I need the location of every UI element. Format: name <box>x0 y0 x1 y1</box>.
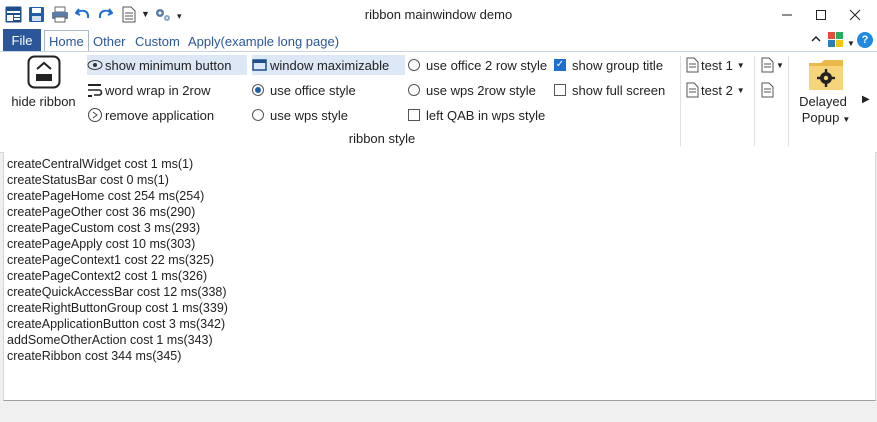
delayed-label: Delayed <box>799 94 847 109</box>
hide-ribbon-label: hide ribbon <box>11 94 76 109</box>
theme-dropdown-icon[interactable]: ▼ <box>847 39 855 48</box>
maximize-button[interactable] <box>804 0 838 30</box>
word-wrap-button[interactable]: word wrap in 2row <box>87 80 211 100</box>
log-line: createPageCustom cost 3 ms(293) <box>7 221 201 235</box>
document-icon <box>686 57 699 73</box>
tab-home[interactable]: Home <box>44 30 89 52</box>
show-group-title-checkbox[interactable]: ✓ show group title <box>554 55 663 75</box>
test2-button[interactable]: test 2 ▼ <box>686 80 745 100</box>
log-line: createPageContext1 cost 22 ms(325) <box>7 253 215 267</box>
log-line: createRightButtonGroup cost 1 ms(339) <box>7 301 228 315</box>
doc-button[interactable] <box>761 80 774 100</box>
tab-other[interactable]: Other <box>89 32 130 51</box>
dropdown-arrow-icon: ▼ <box>736 85 745 95</box>
document-icon <box>761 82 774 98</box>
window-title: ribbon mainwindow demo <box>364 7 513 22</box>
delayed-popup-button[interactable]: Delayed Popup ▼ <box>795 55 857 127</box>
help-icon[interactable]: ? <box>857 32 873 48</box>
dropdown-arrow-icon: ▼ <box>776 60 784 70</box>
minimize-button[interactable] <box>770 0 804 30</box>
log-line: createPageOther cost 36 ms(290) <box>7 205 196 219</box>
remove-application-button[interactable]: remove application <box>87 105 214 125</box>
hide-ribbon-icon <box>27 55 61 92</box>
log-list: createCentralWidget cost 1 ms(1) createSt… <box>4 152 875 364</box>
tab-apply[interactable]: Apply(example long page) <box>184 32 343 51</box>
log-line: createPageApply cost 10 ms(303) <box>7 237 196 251</box>
use-wps-style-radio[interactable]: use wps style <box>252 105 348 125</box>
scroll-right-icon[interactable]: ▶ <box>862 94 870 105</box>
show-full-screen-checkbox[interactable]: show full screen <box>554 80 665 100</box>
checkbox-indicator <box>408 109 420 121</box>
group-separator <box>754 56 755 146</box>
close-button[interactable] <box>838 0 872 30</box>
log-line: createStatusBar cost 0 ms(1) <box>7 173 169 187</box>
radio-indicator <box>408 84 420 96</box>
log-line: createPageHome cost 254 ms(254) <box>7 189 205 203</box>
remove-icon <box>87 107 103 123</box>
window-maximizable-button[interactable]: window maximizable <box>252 55 405 75</box>
radio-indicator <box>408 59 420 71</box>
popup-label: Popup ▼ <box>801 110 851 125</box>
show-minimum-button[interactable]: show minimum button <box>87 55 247 75</box>
log-line: addSomeOtherAction cost 1 ms(343) <box>7 333 213 347</box>
log-area[interactable]: createCentralWidget cost 1 ms(1) createSt… <box>3 152 876 401</box>
dropdown-arrow-icon: ▼ <box>842 115 851 124</box>
file-tab[interactable]: File <box>3 29 41 51</box>
log-line: createQuickAccessBar cost 12 ms(338) <box>7 285 227 299</box>
group-separator <box>788 56 789 146</box>
window-icon <box>252 58 268 72</box>
use-office-style-radio[interactable]: use office style <box>252 80 356 100</box>
doc-menu-button[interactable]: ▼ <box>761 55 784 75</box>
eye-icon <box>87 59 103 71</box>
wrap-icon <box>87 82 103 98</box>
log-line: createRibbon cost 344 ms(345) <box>7 349 182 363</box>
hide-ribbon-button[interactable]: hide ribbon <box>5 55 82 115</box>
document-icon <box>686 82 699 98</box>
radio-indicator <box>252 109 264 121</box>
group-separator <box>680 56 681 146</box>
test1-button[interactable]: test 1 ▼ <box>686 55 745 75</box>
folder-gear-icon <box>808 57 844 94</box>
log-line: createPageContext2 cost 1 ms(326) <box>7 269 208 283</box>
checkbox-indicator: ✓ <box>554 59 566 71</box>
log-line: createApplicationButton cost 3 ms(342) <box>7 317 226 331</box>
collapse-ribbon-icon[interactable] <box>810 33 822 48</box>
checkbox-indicator <box>554 84 566 96</box>
use-wps-2row-radio[interactable]: use wps 2row style <box>408 80 536 100</box>
tab-custom[interactable]: Custom <box>131 32 184 51</box>
document-icon <box>761 57 774 73</box>
group-title-ribbon-style: ribbon style <box>348 131 416 146</box>
left-qab-wps-checkbox[interactable]: left QAB in wps style <box>408 105 545 125</box>
theme-icon[interactable] <box>827 31 845 52</box>
dropdown-arrow-icon: ▼ <box>736 60 745 70</box>
use-office-2row-radio[interactable]: use office 2 row style <box>408 55 547 75</box>
log-line: createCentralWidget cost 1 ms(1) <box>7 157 194 171</box>
radio-indicator <box>252 84 264 96</box>
